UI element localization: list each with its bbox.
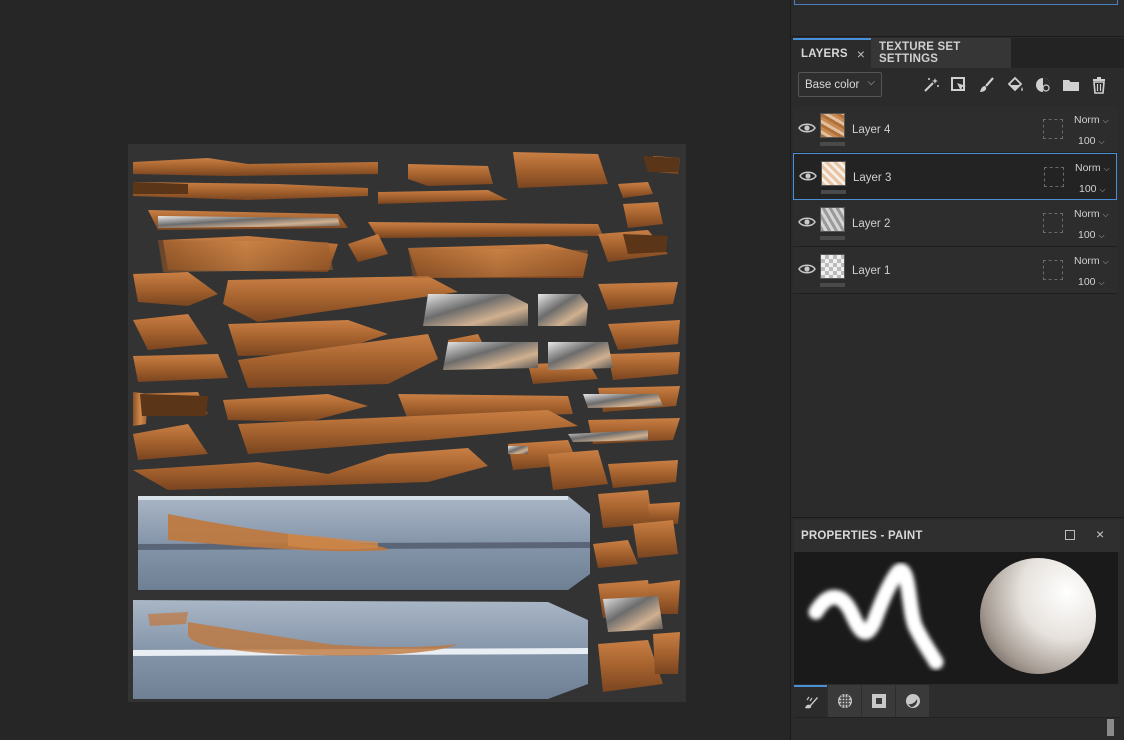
opacity-value: 100 [1079,183,1097,195]
layer-thumbnail [820,207,845,232]
mask-slot[interactable] [1044,167,1064,187]
uv-texture-map[interactable] [128,144,686,702]
mask-slot[interactable] [1043,213,1063,233]
tab-layers-label: LAYERS [801,48,848,60]
opacity-dropdown[interactable]: 100 ⌵ [1079,183,1106,195]
properties-title: PROPERTIES - PAINT [801,530,923,542]
properties-content [794,717,1120,740]
blend-mode-dropdown[interactable]: Norm ⌵ [1074,255,1109,267]
opacity-value: 100 [1078,135,1096,147]
blend-mode-value: Norm [1074,208,1100,220]
trash-icon[interactable] [1088,74,1110,96]
layer-list: Layer 4 Norm ⌵ 100 ⌵ Layer 3 Norm ⌵ 100 ⌵ La… [793,106,1123,294]
uv-islands-graphic [133,152,680,699]
chevron-down-icon: ⌵ [1098,231,1105,240]
alpha-icon[interactable] [828,685,861,717]
fill-layer-icon[interactable] [948,74,970,96]
substance-painter-window: LAYERS × TEXTURE SET SETTINGS Base color… [0,0,1124,740]
brush-icon[interactable] [976,74,998,96]
visibility-eye-icon[interactable] [798,262,816,276]
tab-bar-empty [1011,38,1124,68]
layer-thumbnail-bar [820,236,845,240]
float-panel-icon[interactable] [1065,530,1075,540]
chevron-down-icon: ⌵ [867,77,875,88]
viewport-2d[interactable] [0,0,790,740]
chevron-down-icon: ⌵ [1098,278,1105,287]
divider [791,36,1124,37]
blend-mode-value: Norm [1074,255,1100,267]
chevron-down-icon: ⌵ [1099,185,1106,194]
layer-thumbnail [821,161,846,186]
mask-slot[interactable] [1043,119,1063,139]
channel-dropdown-value: Base color [805,78,860,91]
layer-thumbnail-bar [820,283,845,287]
layer-thumbnail-bar [821,190,846,194]
chevron-down-icon: ⌵ [1102,257,1109,266]
brush-preview [794,552,1118,684]
blend-mode-value: Norm [1074,114,1100,126]
divider [791,517,1124,518]
paint-bucket-icon[interactable] [1004,74,1026,96]
blend-mode-dropdown[interactable]: Norm ⌵ [1075,162,1110,174]
material-icon[interactable] [896,685,929,717]
close-icon[interactable]: × [857,46,865,62]
opacity-value: 100 [1078,229,1096,241]
layer-name[interactable]: Layer 1 [852,265,890,277]
layer-name[interactable]: Layer 4 [852,124,890,136]
mask-icon[interactable] [1032,74,1054,96]
folder-icon[interactable] [1060,74,1082,96]
chevron-down-icon: ⌵ [1103,164,1110,173]
material-sphere [980,558,1096,674]
layer-thumbnail [820,254,845,279]
layer-row-selected[interactable]: Layer 3 Norm ⌵ 100 ⌵ [793,153,1117,200]
tab-layers[interactable]: LAYERS × [793,38,871,68]
magic-wand-icon[interactable] [920,74,942,96]
brush-stroke-shape [808,563,944,670]
layer-row[interactable]: Layer 4 Norm ⌵ 100 ⌵ [793,106,1117,153]
top-panel-strip [794,0,1118,5]
chevron-down-icon: ⌵ [1102,116,1109,125]
layer-thumbnail [820,113,845,138]
visibility-eye-icon[interactable] [798,215,816,229]
stencil-icon[interactable] [862,685,895,717]
chevron-down-icon: ⌵ [1102,210,1109,219]
uv-island-blade [133,496,590,699]
opacity-dropdown[interactable]: 100 ⌵ [1078,229,1105,241]
blend-mode-dropdown[interactable]: Norm ⌵ [1074,208,1109,220]
opacity-dropdown[interactable]: 100 ⌵ [1078,276,1105,288]
chevron-down-icon: ⌵ [1098,137,1105,146]
close-icon[interactable]: × [1096,526,1104,542]
properties-tabs [794,685,1120,717]
visibility-eye-icon[interactable] [799,169,817,183]
blend-mode-value: Norm [1075,162,1101,174]
tab-texture-set-settings[interactable]: TEXTURE SET SETTINGS [871,38,1011,68]
layer-name[interactable]: Layer 3 [853,172,891,184]
brush-tool-icon[interactable] [794,685,827,717]
layer-name[interactable]: Layer 2 [852,218,890,230]
properties-header: PROPERTIES - PAINT × [794,520,1120,552]
layer-row[interactable]: Layer 2 Norm ⌵ 100 ⌵ [793,200,1117,247]
scrollbar-thumb[interactable] [1107,719,1114,736]
right-dock: LAYERS × TEXTURE SET SETTINGS Base color… [790,0,1124,740]
channel-dropdown[interactable]: Base color ⌵ [798,72,882,97]
opacity-dropdown[interactable]: 100 ⌵ [1078,135,1105,147]
brush-preview-graphic [808,558,1096,674]
tab-texture-set-settings-label: TEXTURE SET SETTINGS [879,41,961,65]
blend-mode-dropdown[interactable]: Norm ⌵ [1074,114,1109,126]
visibility-eye-icon[interactable] [798,121,816,135]
mask-slot[interactable] [1043,260,1063,280]
layer-row[interactable]: Layer 1 Norm ⌵ 100 ⌵ [793,247,1117,294]
layer-thumbnail-bar [820,142,845,146]
opacity-value: 100 [1078,276,1096,288]
